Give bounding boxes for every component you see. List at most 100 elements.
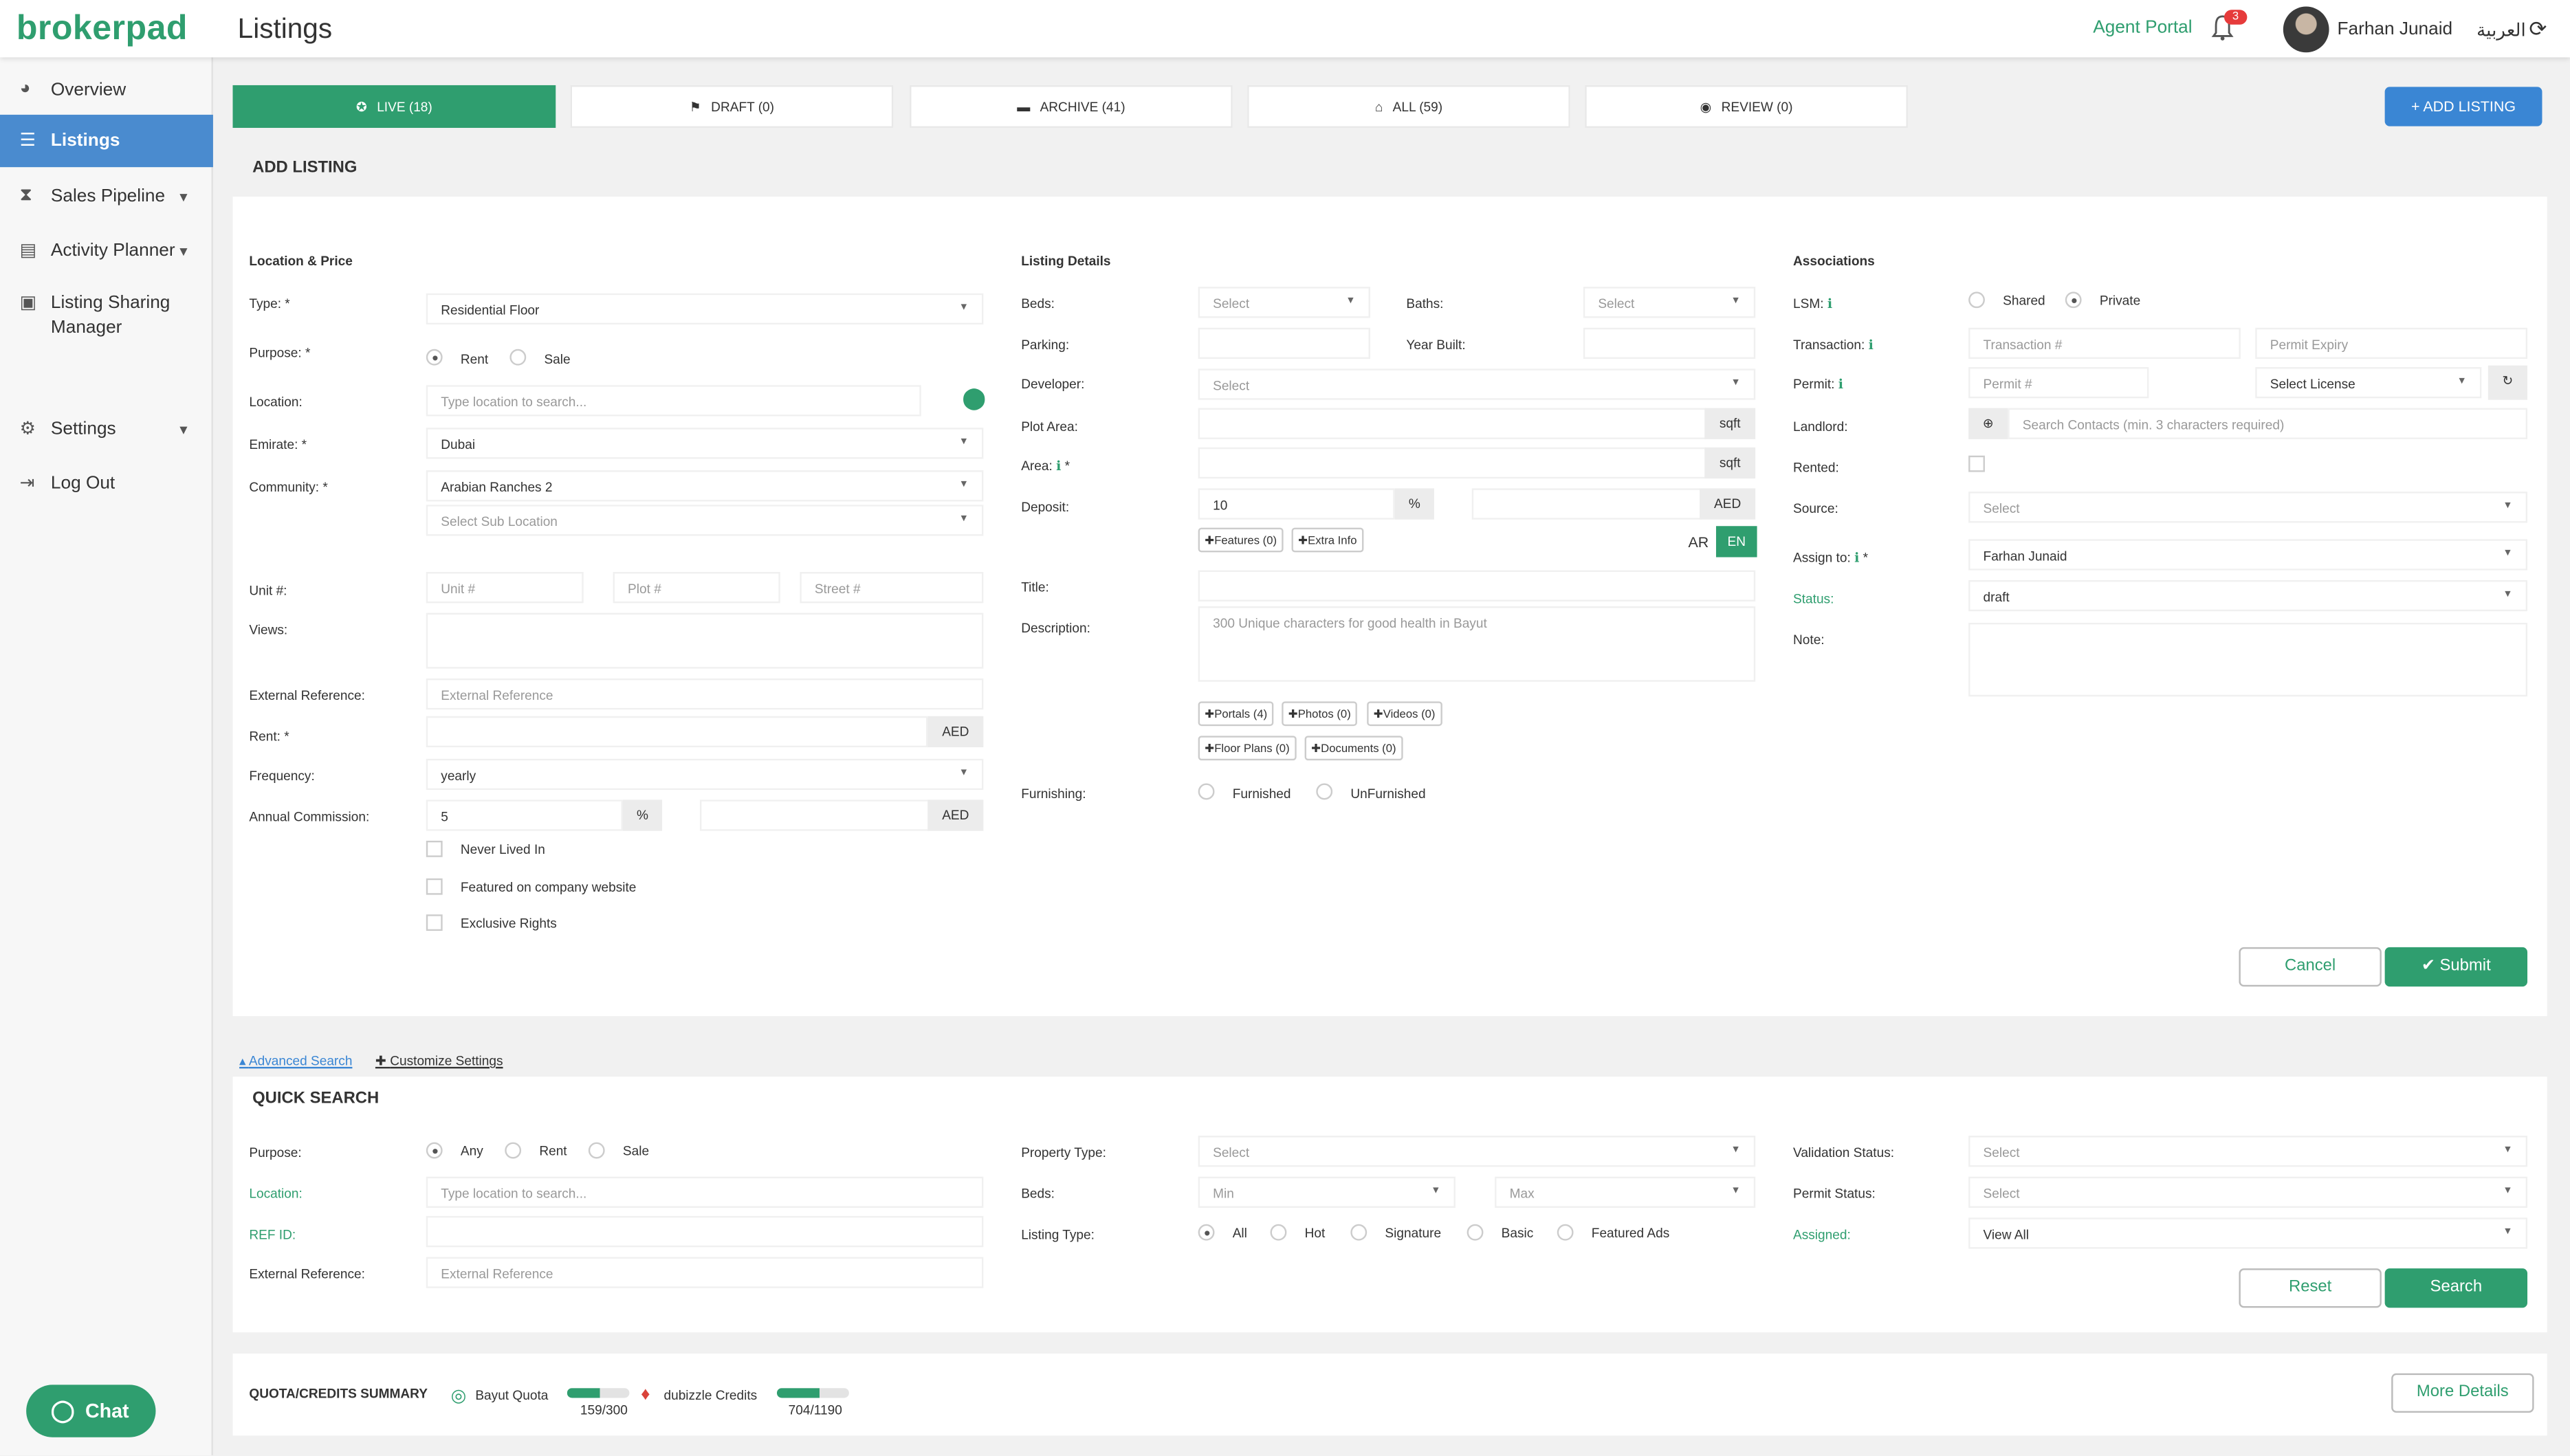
customize-settings-link[interactable]: ✚ Customize Settings [375, 1054, 503, 1068]
sidebar-item-overview[interactable]: ◕ Overview [0, 64, 213, 116]
qs-sale-radio[interactable] [588, 1142, 605, 1159]
agent-portal-link[interactable]: Agent Portal [2093, 18, 2192, 38]
rent-input[interactable] [426, 716, 928, 748]
qs-permit-status-select[interactable]: Select ▼ [1968, 1176, 2528, 1208]
developer-select[interactable]: Select ▼ [1198, 368, 1756, 400]
qs-beds-min-select[interactable]: Min ▼ [1198, 1176, 1456, 1208]
type-select[interactable]: Residential Floor ▼ [426, 293, 984, 325]
refresh-icon[interactable]: ↻ [2487, 365, 2528, 400]
qs-signature-radio[interactable] [1350, 1224, 1368, 1241]
external-reference-input[interactable]: External Reference [426, 678, 984, 710]
qs-external-reference-input[interactable]: External Reference [426, 1257, 984, 1288]
sidebar-item-settings[interactable]: ⚙ Settings ▼ [0, 403, 213, 455]
permit-input[interactable]: Permit # [1968, 367, 2149, 399]
advanced-search-link[interactable]: ▴ Advanced Search [239, 1054, 352, 1068]
qs-all-radio[interactable] [1198, 1224, 1215, 1241]
status-select[interactable]: draft ▼ [1968, 580, 2528, 612]
sub-location-select[interactable]: Select Sub Location ▼ [426, 505, 984, 536]
unfurnished-radio[interactable] [1316, 783, 1333, 800]
user-name[interactable]: Farhan Junaid [2337, 20, 2452, 40]
permit-expiry-input[interactable]: Permit Expiry [2255, 327, 2528, 360]
extra-info-button[interactable]: ✚Extra Info [1291, 527, 1364, 553]
emirate-select[interactable]: Dubai ▼ [426, 428, 984, 459]
parking-input[interactable] [1198, 327, 1370, 360]
contacts-search-input[interactable]: Search Contacts (min. 3 characters requi… [2008, 408, 2528, 439]
deposit-percent-input[interactable]: 10 [1198, 488, 1395, 520]
tab-all[interactable]: ⌂ ALL (59) [1247, 85, 1570, 128]
qs-validation-status-select[interactable]: Select ▼ [1968, 1136, 2528, 1167]
baths-select[interactable]: Select ▼ [1583, 287, 1756, 318]
qs-ref-id-input[interactable] [426, 1215, 984, 1248]
deposit-amount-input[interactable] [1471, 488, 1702, 520]
tab-review[interactable]: ◉ REVIEW (0) [1585, 85, 1908, 128]
sidebar-item-sales-pipeline[interactable]: ⧗ Sales Pipeline ▼ [0, 170, 213, 223]
search-button[interactable]: Search [2384, 1268, 2528, 1308]
qs-featured-ads-radio[interactable] [1557, 1224, 1574, 1241]
tab-draft[interactable]: ⚑ DRAFT (0) [570, 85, 894, 128]
features-button[interactable]: ✚Features (0) [1198, 527, 1284, 553]
title-input[interactable] [1198, 570, 1756, 602]
qs-location-input[interactable]: Type location to search... [426, 1176, 984, 1208]
furnished-radio[interactable] [1198, 783, 1215, 800]
frequency-select[interactable]: yearly ▼ [426, 758, 984, 791]
transaction-input[interactable]: Transaction # [1968, 327, 2241, 360]
language-switch[interactable]: العربية [2476, 20, 2526, 41]
qs-rent-radio[interactable] [505, 1142, 522, 1159]
avatar[interactable] [2283, 6, 2329, 53]
qs-basic-radio[interactable] [1467, 1224, 1484, 1241]
submit-button[interactable]: ✔ Submit [2384, 947, 2528, 987]
cancel-button[interactable]: Cancel [2239, 947, 2382, 987]
map-pin-icon[interactable]: ⬤ [962, 385, 986, 411]
tab-live[interactable]: ✪ LIVE (18) [232, 85, 556, 128]
add-contact-icon[interactable]: ⊕ [1968, 408, 2008, 439]
sidebar-item-logout[interactable]: ⇥ Log Out [0, 457, 213, 509]
lang-en-button[interactable]: EN [1715, 526, 1757, 558]
sidebar-item-activity-planner[interactable]: ▤ Activity Planner ▼ [0, 225, 213, 277]
add-listing-button[interactable]: + ADD LISTING [2384, 87, 2542, 126]
qs-any-radio[interactable] [426, 1142, 443, 1159]
chat-button[interactable]: ◯ Chat [26, 1385, 156, 1437]
purpose-sale-radio[interactable] [509, 349, 527, 366]
source-select[interactable]: Select ▼ [1968, 492, 2528, 523]
power-icon[interactable]: ⟳ [2529, 16, 2547, 43]
more-details-button[interactable]: More Details [2391, 1373, 2534, 1413]
qs-assigned-select[interactable]: View All ▼ [1968, 1217, 2528, 1249]
description-textarea[interactable]: 300 Unique characters for good health in… [1198, 606, 1756, 682]
note-textarea[interactable] [1968, 622, 2528, 697]
shared-radio[interactable] [1968, 291, 1985, 309]
photos-button[interactable]: ✚Photos (0) [1282, 701, 1358, 727]
purpose-rent-radio[interactable] [426, 349, 443, 366]
videos-button[interactable]: ✚Videos (0) [1367, 701, 1442, 727]
qs-beds-max-select[interactable]: Max ▼ [1495, 1176, 1756, 1208]
community-select[interactable]: Arabian Ranches 2 ▼ [426, 470, 984, 502]
lang-ar-button[interactable]: AR [1688, 534, 1709, 551]
rented-checkbox[interactable] [1968, 455, 1985, 472]
private-radio[interactable] [2065, 291, 2082, 309]
commission-percent-input[interactable]: 5 [426, 799, 623, 831]
assign-to-select[interactable]: Farhan Junaid ▼ [1968, 539, 2528, 571]
qs-property-type-select[interactable]: Select ▼ [1198, 1136, 1756, 1167]
unit-input[interactable]: Unit # [426, 571, 584, 604]
qs-hot-radio[interactable] [1270, 1224, 1287, 1241]
street-input[interactable]: Street # [800, 571, 984, 604]
documents-button[interactable]: ✚Documents (0) [1304, 736, 1403, 761]
floor-plans-button[interactable]: ✚Floor Plans (0) [1198, 736, 1297, 761]
portals-button[interactable]: ✚Portals (4) [1198, 701, 1274, 727]
beds-select[interactable]: Select ▼ [1198, 287, 1370, 318]
area-input[interactable] [1198, 447, 1706, 479]
brokerpad-logo[interactable]: brokerpad [17, 10, 188, 49]
plot-input[interactable]: Plot # [613, 571, 780, 604]
exclusive-rights-checkbox[interactable] [426, 914, 443, 931]
commission-amount-input[interactable] [699, 799, 930, 831]
sidebar-item-listings[interactable]: ☰ Listings [0, 114, 213, 168]
location-input[interactable]: Type location to search... [426, 385, 921, 417]
reset-button[interactable]: Reset [2239, 1268, 2382, 1308]
plot-area-input[interactable] [1198, 408, 1706, 439]
sidebar-item-listing-sharing[interactable]: ▣ Listing Sharing Manager [0, 277, 213, 349]
license-select[interactable]: Select License ▼ [2255, 367, 2482, 399]
year-built-input[interactable] [1583, 327, 1756, 360]
never-lived-checkbox[interactable] [426, 840, 443, 857]
featured-company-checkbox[interactable] [426, 878, 443, 895]
views-input[interactable] [426, 613, 984, 669]
tab-archive[interactable]: ▬ ARCHIVE (41) [910, 85, 1233, 128]
